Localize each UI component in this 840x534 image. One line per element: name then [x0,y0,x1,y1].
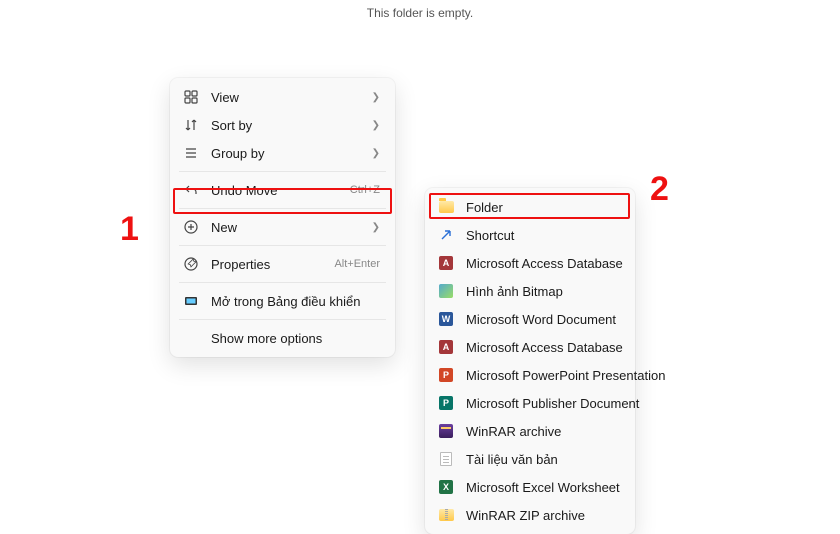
menu-sort-by-label: Sort by [211,118,360,133]
menu-undo-move-shortcut: Ctrl+Z [350,184,380,196]
folder-icon [438,199,454,215]
menu-divider [179,282,386,283]
submenu-excel-label: Microsoft Excel Worksheet [466,480,620,495]
submenu-winrar[interactable]: WinRAR archive [430,417,630,445]
sort-icon [183,117,199,133]
submenu-text-document[interactable]: Tài liệu văn bản [430,445,630,473]
submenu-powerpoint[interactable]: P Microsoft PowerPoint Presentation [430,361,630,389]
menu-undo-move[interactable]: Undo Move Ctrl+Z [175,176,390,204]
menu-open-control-panel[interactable]: Mở trong Bảng điều khiển [175,287,390,315]
powerpoint-icon: P [438,367,454,383]
menu-show-more-options[interactable]: Show more options [175,324,390,352]
chevron-right-icon: ❯ [372,148,380,159]
submenu-access-1[interactable]: A Microsoft Access Database [430,249,630,277]
menu-group-by[interactable]: Group by ❯ [175,139,390,167]
menu-divider [179,319,386,320]
submenu-winrar-label: WinRAR archive [466,424,620,439]
submenu-bitmap-label: Hình ảnh Bitmap [466,284,620,299]
access-icon: A [438,339,454,355]
menu-control-panel-label: Mở trong Bảng điều khiển [211,294,380,309]
submenu-shortcut[interactable]: Shortcut [430,221,630,249]
menu-properties-label: Properties [211,257,322,272]
menu-properties-shortcut: Alt+Enter [334,258,380,270]
winrar-zip-icon [438,507,454,523]
submenu-access-1-label: Microsoft Access Database [466,256,623,271]
shortcut-icon [438,227,454,243]
winrar-icon [438,423,454,439]
menu-divider [179,171,386,172]
submenu-word[interactable]: W Microsoft Word Document [430,305,630,333]
word-icon: W [438,311,454,327]
empty-folder-message: This folder is empty. [367,6,473,20]
bitmap-icon [438,283,454,299]
control-panel-icon [183,293,199,309]
submenu-folder[interactable]: Folder [430,193,630,221]
menu-new[interactable]: New ❯ [175,213,390,241]
submenu-shortcut-label: Shortcut [466,228,620,243]
new-icon [183,219,199,235]
undo-icon [183,182,199,198]
blank-icon [183,330,199,346]
submenu-word-label: Microsoft Word Document [466,312,620,327]
menu-show-more-label: Show more options [211,331,380,346]
text-document-icon [438,451,454,467]
menu-view[interactable]: View ❯ [175,83,390,111]
menu-divider [179,245,386,246]
annotation-number-2: 2 [650,170,669,209]
menu-sort-by[interactable]: Sort by ❯ [175,111,390,139]
context-menu-main: View ❯ Sort by ❯ Group by ❯ Undo Move Ct… [170,78,395,357]
access-icon: A [438,255,454,271]
submenu-bitmap[interactable]: Hình ảnh Bitmap [430,277,630,305]
submenu-excel[interactable]: X Microsoft Excel Worksheet [430,473,630,501]
submenu-text-label: Tài liệu văn bản [466,452,620,467]
submenu-publisher-label: Microsoft Publisher Document [466,396,639,411]
submenu-access-2-label: Microsoft Access Database [466,340,623,355]
chevron-right-icon: ❯ [372,222,380,233]
context-menu-new-submenu: Folder Shortcut A Microsoft Access Datab… [425,188,635,534]
group-icon [183,145,199,161]
menu-undo-move-label: Undo Move [211,183,338,198]
menu-properties[interactable]: Properties Alt+Enter [175,250,390,278]
submenu-winrar-zip-label: WinRAR ZIP archive [466,508,620,523]
menu-divider [179,208,386,209]
submenu-powerpoint-label: Microsoft PowerPoint Presentation [466,368,665,383]
properties-icon [183,256,199,272]
menu-view-label: View [211,90,360,105]
submenu-folder-label: Folder [466,200,620,215]
submenu-winrar-zip[interactable]: WinRAR ZIP archive [430,501,630,529]
menu-new-label: New [211,220,360,235]
menu-group-by-label: Group by [211,146,360,161]
excel-icon: X [438,479,454,495]
chevron-right-icon: ❯ [372,120,380,131]
submenu-access-2[interactable]: A Microsoft Access Database [430,333,630,361]
annotation-number-1: 1 [120,210,139,249]
chevron-right-icon: ❯ [372,92,380,103]
view-icon [183,89,199,105]
publisher-icon: P [438,395,454,411]
submenu-publisher[interactable]: P Microsoft Publisher Document [430,389,630,417]
